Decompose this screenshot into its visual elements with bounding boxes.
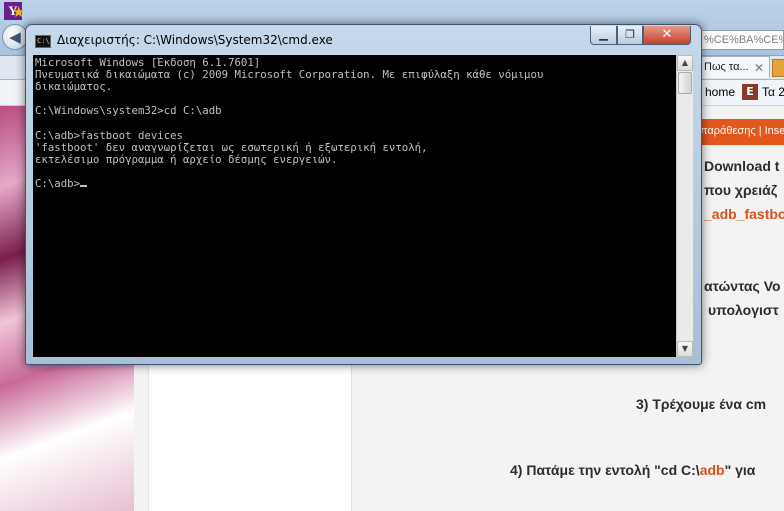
window-title: Διαχειριστής: C:\Windows\System32\cmd.ex… bbox=[57, 33, 333, 47]
favorite-link[interactable]: Τα 2 bbox=[762, 85, 784, 99]
editor-menu-label[interactable]: παράθεσης | Inse bbox=[700, 125, 784, 137]
favorite-home[interactable]: home bbox=[705, 85, 735, 99]
step4-text-post: " για bbox=[724, 462, 756, 478]
scroll-thumb[interactable] bbox=[678, 72, 692, 94]
close-button[interactable]: ✕ bbox=[643, 26, 691, 45]
article-line-download: Download t bbox=[704, 158, 780, 174]
scroll-down-arrow-icon[interactable]: ▼ bbox=[677, 341, 693, 357]
vertical-scrollbar[interactable]: ▲ ▼ bbox=[676, 55, 693, 357]
cmd-window[interactable]: C:\ Διαχειριστής: C:\Windows\System32\cm… bbox=[25, 24, 702, 365]
article-line-adb-link[interactable]: _adb_fastbo bbox=[704, 206, 784, 222]
step4-text-pre: 4) Πατάμε την εντολή "cd C:\ bbox=[510, 462, 700, 478]
article-step-4: 4) Πατάμε την εντολή "cd C:\adb" για bbox=[510, 462, 755, 478]
scroll-up-arrow-icon[interactable]: ▲ bbox=[677, 55, 693, 71]
article-line-needed: που χρειάζ bbox=[704, 182, 778, 198]
console-line: C:\adb>fastboot devices bbox=[35, 128, 183, 142]
cmd-app-icon[interactable]: C:\ bbox=[35, 35, 51, 48]
tab-close-icon[interactable]: ✕ bbox=[754, 61, 764, 75]
address-bar[interactable]: %CE%BA%CE% bbox=[700, 30, 784, 50]
favorite-site-icon: E bbox=[742, 84, 758, 100]
minimize-button[interactable]: ▁ bbox=[590, 26, 617, 45]
console-line: 'fastboot' δεν αναγνωρίζεται ως εσωτερικ… bbox=[35, 140, 428, 154]
article-step-3: 3) Τρέχουμε ένα cm bbox=[636, 396, 767, 412]
console-prompt: C:\adb> bbox=[35, 176, 81, 190]
article-line-computer: υπολογιστ bbox=[708, 302, 779, 318]
restore-button[interactable]: ❐ bbox=[617, 26, 643, 45]
article-line-pressing: ατώντας Vo bbox=[704, 278, 781, 294]
new-tab-button[interactable] bbox=[772, 59, 784, 77]
text-cursor bbox=[80, 184, 88, 187]
favorites-star-icon[interactable]: ★ bbox=[12, 3, 25, 21]
console-prompt-line: C:\adb> bbox=[35, 176, 674, 190]
console-output[interactable]: Microsoft Windows [Έκδοση 6.1.7601] Πνευ… bbox=[33, 55, 676, 357]
console-line: δικαιώματος. bbox=[35, 80, 113, 94]
console-line: Πνευματικά δικαιώματα (c) 2009 Microsoft… bbox=[35, 68, 544, 82]
step4-adb-link[interactable]: adb bbox=[700, 462, 725, 478]
console-line: εκτελέσιμο πρόγραμμα ή αρχείο δέσμης ενε… bbox=[35, 152, 338, 166]
console-line: C:\Windows\system32>cd C:\adb bbox=[35, 104, 222, 118]
